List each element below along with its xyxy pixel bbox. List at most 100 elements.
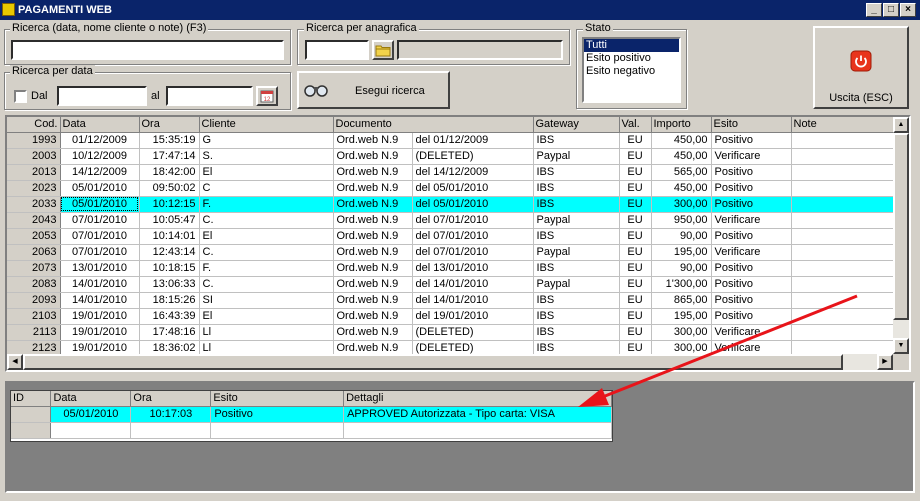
detail-row[interactable]: 05/01/2010 10:17:03 Positivo APPROVED Au… bbox=[11, 406, 612, 423]
detail-col-id[interactable]: ID bbox=[11, 391, 52, 407]
payment-row[interactable]: 2063 07/01/2010 12:43:14 C. Ord.web N.9 del 0… bbox=[7, 244, 898, 261]
cell-importo: 195,00 bbox=[651, 244, 712, 261]
payment-row[interactable]: 2043 07/01/2010 10:05:47 C. Ord.web N.9 del 0… bbox=[7, 212, 898, 229]
cell-gateway: IBS bbox=[533, 132, 620, 149]
exit-button[interactable]: Uscita (ESC) bbox=[813, 26, 909, 109]
cell-cliente: S. bbox=[199, 148, 334, 165]
scroll-up-button[interactable]: ▲ bbox=[893, 117, 909, 133]
detail-cell-id bbox=[11, 422, 52, 439]
cell-cod: 1993 bbox=[7, 132, 61, 149]
cell-cliente: El bbox=[199, 308, 334, 325]
payment-row[interactable]: 2073 13/01/2010 10:18:15 F. Ord.web N.9 del 1… bbox=[7, 260, 898, 277]
cell-esito: Positivo bbox=[711, 292, 792, 309]
cell-ora: 18:15:26 bbox=[139, 292, 200, 309]
stato-option-negativo[interactable]: Esito negativo bbox=[584, 65, 679, 78]
col-data[interactable]: Data bbox=[60, 117, 140, 133]
detail-col-ora[interactable]: Ora bbox=[130, 391, 212, 407]
stato-listbox[interactable]: Tutti Esito positivo Esito negativo bbox=[582, 37, 681, 103]
cell-documento: Ord.web N.9 bbox=[333, 196, 413, 213]
cell-cliente: G bbox=[199, 132, 334, 149]
cell-note bbox=[791, 132, 898, 149]
scroll-left-button[interactable]: ◀ bbox=[7, 354, 23, 370]
cell-importo: 300,00 bbox=[651, 196, 712, 213]
cell-gateway: Paypal bbox=[533, 244, 620, 261]
run-search-button[interactable]: Esegui ricerca bbox=[297, 71, 450, 109]
cell-importo: 450,00 bbox=[651, 132, 712, 149]
minimize-button[interactable]: _ bbox=[866, 3, 882, 17]
date-search-label: Ricerca per data bbox=[10, 65, 95, 77]
payment-row[interactable]: 2003 10/12/2009 17:47:14 S. Ord.web N.9 (DELE… bbox=[7, 148, 898, 165]
col-importo[interactable]: Importo bbox=[651, 117, 712, 133]
cell-esito: Verificare bbox=[711, 324, 792, 341]
detail-row-empty[interactable] bbox=[11, 422, 612, 439]
cell-importo: 1'300,00 bbox=[651, 276, 712, 293]
date-from-input[interactable] bbox=[57, 86, 147, 106]
detail-col-data[interactable]: Data bbox=[50, 391, 132, 407]
cell-data: 14/12/2009 bbox=[60, 164, 140, 181]
payment-row[interactable]: 1993 01/12/2009 15:35:19 G Ord.web N.9 del 01… bbox=[7, 132, 898, 149]
cell-data: 01/12/2009 bbox=[60, 132, 140, 149]
cell-cliente: SI bbox=[199, 292, 334, 309]
cell-documento-date: del 14/12/2009 bbox=[412, 164, 534, 181]
col-gateway[interactable]: Gateway bbox=[533, 117, 620, 133]
cell-documento: Ord.web N.9 bbox=[333, 228, 413, 245]
col-val[interactable]: Val. bbox=[619, 117, 652, 133]
cell-cliente: Ll bbox=[199, 324, 334, 341]
cell-documento: Ord.web N.9 bbox=[333, 148, 413, 165]
detail-cell-ora: 10:17:03 bbox=[130, 406, 212, 423]
payment-row[interactable]: 2053 07/01/2010 10:14:01 El Ord.web N.9 del 0… bbox=[7, 228, 898, 245]
payments-hscroll[interactable]: ◀ ▶ bbox=[7, 354, 893, 370]
cell-cod: 2113 bbox=[7, 324, 61, 341]
detail-cell-data bbox=[50, 422, 132, 439]
col-note[interactable]: Note bbox=[791, 117, 898, 133]
detail-table: ID Data Ora Esito Dettagli 05/01/2010 10… bbox=[11, 391, 612, 439]
cell-ora: 18:42:00 bbox=[139, 164, 200, 181]
hscroll-thumb[interactable] bbox=[23, 354, 843, 370]
detail-col-dettagli[interactable]: Dettagli bbox=[343, 391, 612, 407]
cell-cliente: F. bbox=[199, 196, 334, 213]
folder-button[interactable] bbox=[372, 40, 394, 60]
cell-val: EU bbox=[619, 148, 652, 165]
scroll-thumb[interactable] bbox=[893, 133, 909, 320]
col-cliente[interactable]: Cliente bbox=[199, 117, 334, 133]
scroll-right-button[interactable]: ▶ bbox=[877, 354, 893, 370]
date-filter-checkbox[interactable] bbox=[14, 90, 27, 103]
payment-row[interactable]: 2113 19/01/2010 17:48:16 Ll Ord.web N.9 (DELE… bbox=[7, 324, 898, 341]
detail-col-esito[interactable]: Esito bbox=[210, 391, 345, 407]
cell-data: 19/01/2010 bbox=[60, 324, 140, 341]
cell-gateway: IBS bbox=[533, 324, 620, 341]
payment-row[interactable]: 2033 05/01/2010 10:12:15 F. Ord.web N.9 del 0… bbox=[7, 196, 898, 213]
maximize-button[interactable]: □ bbox=[883, 3, 899, 17]
col-ora[interactable]: Ora bbox=[139, 117, 200, 133]
anagrafica-code-input[interactable] bbox=[305, 40, 369, 60]
payments-table: Cod. Data Ora Cliente Documento Gateway … bbox=[7, 117, 898, 357]
cell-documento-date: del 19/01/2010 bbox=[412, 308, 534, 325]
stato-option-positivo[interactable]: Esito positivo bbox=[584, 52, 679, 65]
cell-cod: 2013 bbox=[7, 164, 61, 181]
cell-val: EU bbox=[619, 276, 652, 293]
search-input[interactable] bbox=[11, 40, 284, 60]
cell-note bbox=[791, 260, 898, 277]
calendar-button[interactable]: 12 bbox=[256, 86, 278, 106]
payment-row[interactable]: 2093 14/01/2010 18:15:26 SI Ord.web N.9 del 1… bbox=[7, 292, 898, 309]
cell-importo: 565,00 bbox=[651, 164, 712, 181]
detail-grid[interactable]: ID Data Ora Esito Dettagli 05/01/2010 10… bbox=[10, 390, 613, 442]
col-documento[interactable]: Documento bbox=[333, 117, 534, 133]
cell-esito: Positivo bbox=[711, 308, 792, 325]
col-esito[interactable]: Esito bbox=[711, 117, 792, 133]
cell-ora: 10:18:15 bbox=[139, 260, 200, 277]
payment-row[interactable]: 2083 14/01/2010 13:06:33 C. Ord.web N.9 del 1… bbox=[7, 276, 898, 293]
payment-row[interactable]: 2013 14/12/2009 18:42:00 El Ord.web N.9 del 1… bbox=[7, 164, 898, 181]
col-cod[interactable]: Cod. bbox=[7, 117, 61, 133]
cell-val: EU bbox=[619, 164, 652, 181]
close-button[interactable]: × bbox=[900, 3, 916, 17]
stato-option-tutti[interactable]: Tutti bbox=[584, 39, 679, 52]
date-to-input[interactable] bbox=[166, 86, 253, 106]
scroll-down-button[interactable]: ▼ bbox=[893, 338, 909, 354]
detail-cell-dettagli: APPROVED Autorizzata - Tipo carta: VISA bbox=[343, 406, 612, 423]
cell-gateway: IBS bbox=[533, 164, 620, 181]
payments-grid[interactable]: Cod. Data Ora Cliente Documento Gateway … bbox=[5, 115, 911, 372]
payments-vscroll[interactable]: ▲ ▼ bbox=[893, 117, 909, 354]
payment-row[interactable]: 2103 19/01/2010 16:43:39 El Ord.web N.9 del 1… bbox=[7, 308, 898, 325]
payment-row[interactable]: 2023 05/01/2010 09:50:02 C Ord.web N.9 del 05… bbox=[7, 180, 898, 197]
